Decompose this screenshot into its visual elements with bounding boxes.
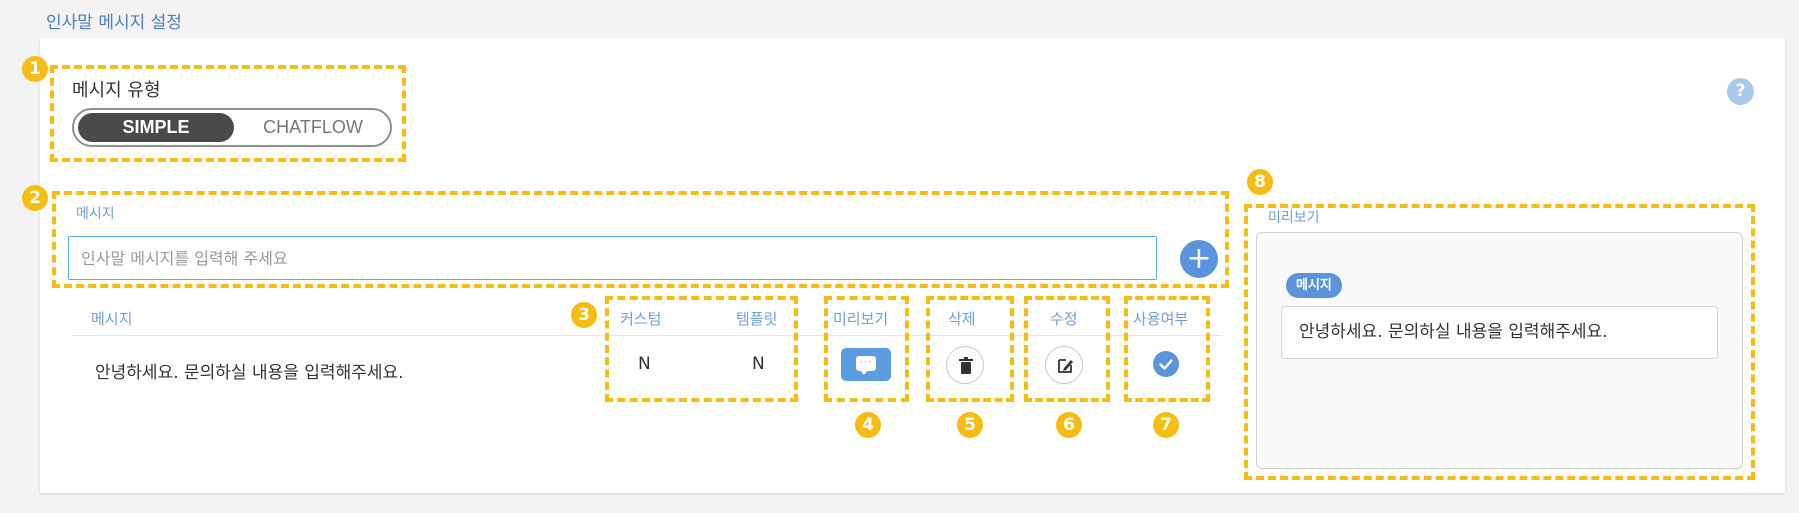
annotation-box-message-input xyxy=(52,191,1229,288)
annotation-box-enabled xyxy=(1124,296,1210,402)
annotation-box-message-type xyxy=(50,65,406,162)
annotation-box-edit xyxy=(1024,296,1110,402)
annotation-marker-6: 6 xyxy=(1056,412,1082,438)
annotation-box-preview xyxy=(824,296,909,402)
table-row-message: 안녕하세요. 문의하실 내용을 입력해주세요. xyxy=(95,363,404,383)
page-title: 인사말 메시지 설정 xyxy=(46,13,182,33)
annotation-marker-5: 5 xyxy=(957,412,983,438)
column-header-message: 메시지 xyxy=(91,310,133,328)
annotation-marker-3: 3 xyxy=(571,302,597,328)
annotation-box-delete xyxy=(926,296,1014,402)
annotation-box-custom-template xyxy=(605,296,798,402)
annotation-marker-2: 2 xyxy=(22,185,48,211)
annotation-marker-8: 8 xyxy=(1247,169,1273,195)
annotation-marker-7: 7 xyxy=(1153,412,1179,438)
help-icon[interactable]: ? xyxy=(1727,78,1754,105)
annotation-box-preview-panel xyxy=(1244,204,1755,480)
annotation-marker-4: 4 xyxy=(855,412,881,438)
annotation-marker-1: 1 xyxy=(22,56,48,82)
